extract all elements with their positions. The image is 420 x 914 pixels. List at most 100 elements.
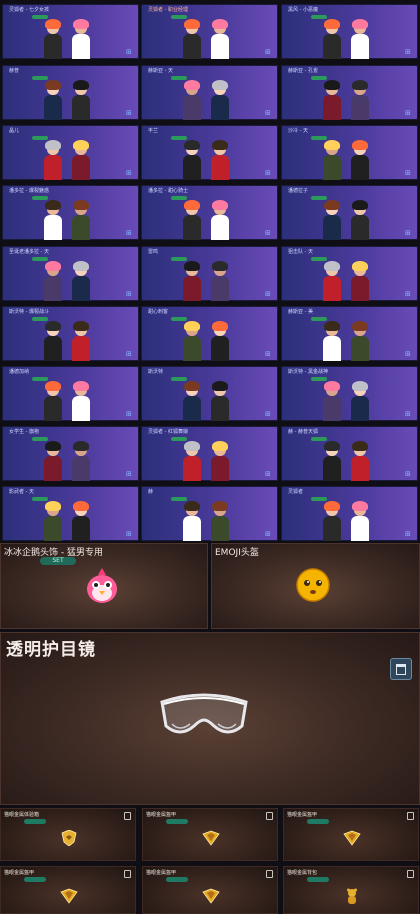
gamepad-icon[interactable]: ⊞ (405, 351, 414, 358)
gamepad-icon[interactable]: ⊞ (126, 170, 135, 177)
character-card[interactable]: 赫普 ⊞ (2, 65, 139, 120)
character-portrait (72, 381, 90, 421)
penguin-headgear-icon (87, 568, 117, 603)
penguin-headgear-card[interactable]: 冰冰企鹅头饰 - 猛男专用 SET (0, 543, 208, 629)
gamepad-icon[interactable]: ⊞ (405, 49, 414, 56)
character-portrait (72, 200, 90, 240)
character-card[interactable]: 赫斯亚 - 天 ⊞ (141, 65, 278, 120)
character-name: 灵狐者 - 职业经理 (148, 7, 188, 13)
delete-icon[interactable] (390, 658, 412, 680)
character-name: 狙击队 - 天 (288, 249, 313, 255)
character-card[interactable]: 赫 - 赫普天狐 ⊞ (281, 426, 418, 481)
character-card[interactable]: 影武者 - 天 ⊞ (2, 486, 139, 541)
badge-item-card[interactable]: 猫眼金属盔甲 (0, 866, 136, 914)
character-card[interactable]: 斯沃特 ⊞ (141, 366, 278, 421)
character-card[interactable]: 灵狐者 - 职业经理 ⊞ (141, 4, 278, 59)
character-portrait (183, 200, 201, 240)
gamepad-icon[interactable]: ⊞ (405, 411, 414, 418)
character-card[interactable]: 潘多拉 - 爆裂魅惑 ⊞ (2, 185, 139, 240)
gamepad-icon[interactable]: ⊞ (405, 471, 414, 478)
gamepad-icon[interactable]: ⊞ (405, 110, 414, 117)
character-skin-grid: 灵狐者 - 七夕女孩 ⊞ 灵狐者 - 职业经理 ⊞ 黑风 - 小恶魔 ⊞ 赫普 ⊞ 赫斯亚 - … (0, 0, 420, 541)
character-card[interactable]: 灵狐者 ⊞ (281, 486, 418, 541)
character-card[interactable]: 圣诞老潘多拉 - 天 ⊞ (2, 246, 139, 301)
lock-icon (266, 812, 273, 820)
gamepad-icon[interactable]: ⊞ (126, 471, 135, 478)
character-name: 影武者 - 天 (9, 489, 34, 495)
gamepad-icon[interactable]: ⊞ (126, 531, 135, 538)
gamepad-icon[interactable]: ⊞ (126, 49, 135, 56)
character-card[interactable]: 潘多拉 - 甜心骑士 ⊞ (141, 185, 278, 240)
gamepad-icon[interactable]: ⊞ (265, 531, 274, 538)
character-portrait (183, 381, 201, 421)
character-card[interactable]: 丰兰 ⊞ (141, 125, 278, 180)
gamepad-icon[interactable]: ⊞ (126, 351, 135, 358)
gamepad-icon[interactable]: ⊞ (126, 230, 135, 237)
gamepad-icon[interactable]: ⊞ (405, 531, 414, 538)
gamepad-icon[interactable]: ⊞ (405, 291, 414, 298)
character-name: 黑风 - 小恶魔 (288, 7, 318, 13)
badge-item-card[interactable]: 猫眼金属盔甲 (283, 808, 419, 861)
character-portrait (351, 321, 369, 361)
character-card[interactable]: 黑风 - 小恶魔 ⊞ (281, 4, 418, 59)
character-card[interactable]: 狙击队 - 天 ⊞ (281, 246, 418, 301)
character-card[interactable]: 斯沃特 - 黑金战神 ⊞ (281, 366, 418, 421)
gamepad-icon[interactable]: ⊞ (265, 291, 274, 298)
gamepad-icon[interactable]: ⊞ (126, 411, 135, 418)
gamepad-icon[interactable]: ⊞ (265, 351, 274, 358)
character-card[interactable]: 雷鸣 ⊞ (141, 246, 278, 301)
character-portrait (351, 441, 369, 481)
gamepad-icon[interactable]: ⊞ (126, 110, 135, 117)
character-card[interactable]: 赫斯亚 - 孔雀 ⊞ (281, 65, 418, 120)
character-name: 潘多拉 - 爆裂魅惑 (9, 188, 49, 194)
character-name: 斯沃特 - 黑金战神 (288, 369, 328, 375)
gamepad-icon[interactable]: ⊞ (265, 230, 274, 237)
character-card[interactable]: 甜心刺客 ⊞ (141, 306, 278, 361)
badge-item-card[interactable]: 猫眼金属体验箱 (0, 808, 136, 861)
goggles-icon (160, 693, 248, 734)
gold-emblem-icon (60, 888, 78, 904)
character-card[interactable]: 潘德加纳 ⊞ (2, 366, 139, 421)
character-portrait (351, 80, 369, 120)
character-card[interactable]: 赫 ⊞ (141, 486, 278, 541)
character-portrait (44, 140, 62, 180)
character-portrait (323, 261, 341, 301)
character-card[interactable]: 晶儿 ⊞ (2, 125, 139, 180)
gold-emblem-icon (61, 830, 77, 846)
character-portrait (183, 321, 201, 361)
character-portrait (183, 441, 201, 481)
character-card[interactable]: 灵狐者 - 红狐舞娘 ⊞ (141, 426, 278, 481)
character-portrait (323, 200, 341, 240)
emoji-helmet-card[interactable]: EMOJI头盔 (211, 543, 420, 629)
gamepad-icon[interactable]: ⊞ (265, 411, 274, 418)
badge-item-card[interactable]: 猫眼金属背包 (283, 866, 419, 914)
gamepad-icon[interactable]: ⊞ (265, 110, 274, 117)
character-portrait (211, 140, 229, 180)
gamepad-icon[interactable]: ⊞ (405, 170, 414, 177)
gamepad-icon[interactable]: ⊞ (126, 291, 135, 298)
character-name: 潘德拉子 (288, 188, 309, 194)
set-badge (24, 877, 46, 882)
badge-item-card[interactable]: 猫眼金属盔甲 (142, 866, 278, 914)
gamepad-icon[interactable]: ⊞ (265, 49, 274, 56)
badge-item-title: 猫眼金属盔甲 (4, 870, 35, 876)
character-portrait (44, 19, 62, 59)
character-portrait (323, 381, 341, 421)
character-card[interactable]: 潘德拉子 ⊞ (281, 185, 418, 240)
character-portrait (72, 501, 90, 541)
badge-item-card[interactable]: 猫眼金属盔甲 (142, 808, 278, 861)
character-card[interactable]: 赫斯亚 - 美 ⊞ (281, 306, 418, 361)
character-card[interactable]: 斯沃特 - 爆裂战斗 ⊞ (2, 306, 139, 361)
character-card[interactable]: 沙冷 - 天 ⊞ (281, 125, 418, 180)
gamepad-icon[interactable]: ⊞ (265, 170, 274, 177)
character-portrait (72, 441, 90, 481)
character-name: 沙冷 - 天 (288, 128, 308, 134)
character-card[interactable]: 女学生 - 旗袍 ⊞ (2, 426, 139, 481)
character-card[interactable]: 灵狐者 - 七夕女孩 ⊞ (2, 4, 139, 59)
character-portrait (183, 261, 201, 301)
character-name: 潘多拉 - 甜心骑士 (148, 188, 188, 194)
set-badge: SET (40, 557, 76, 565)
gamepad-icon[interactable]: ⊞ (405, 230, 414, 237)
gamepad-icon[interactable]: ⊞ (265, 471, 274, 478)
transparent-goggles-card[interactable]: 透明护目镜 (0, 632, 420, 805)
